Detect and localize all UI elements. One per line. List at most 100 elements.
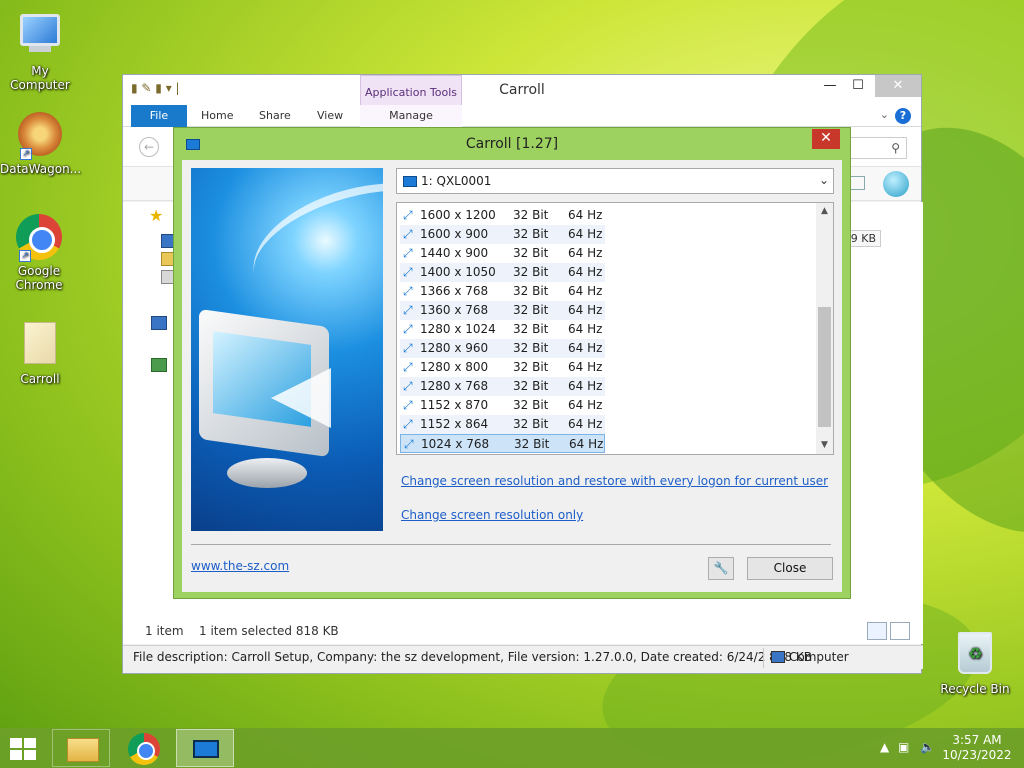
desktop-icon-carroll[interactable]: Carroll <box>0 320 80 386</box>
show-hidden-icons-icon[interactable]: ▲ <box>880 740 889 754</box>
resolution-row[interactable]: ⤢ 1366 x 768 32 Bit 64 Hz <box>400 282 605 301</box>
back-arrow-icon[interactable]: ← <box>139 137 159 157</box>
taskbar-chrome[interactable] <box>114 729 172 767</box>
dialog-title: Carroll [1.27] <box>465 136 559 152</box>
computer-icon <box>16 14 64 62</box>
file-size-badge: 9 KB <box>845 230 881 247</box>
color-depth-value: 32 Bit <box>513 246 549 260</box>
desktop-icon-google-chrome[interactable]: ↗ Google Chrome <box>0 214 78 292</box>
search-icon: ⚲ <box>891 141 900 155</box>
location-text: Computer <box>789 650 849 664</box>
display-select[interactable]: 1: QXL0001 ⌄ <box>396 168 834 194</box>
scroll-down-icon[interactable]: ▼ <box>816 437 833 454</box>
color-depth-value: 32 Bit <box>513 379 549 393</box>
taskbar-file-explorer[interactable] <box>52 729 110 767</box>
change-only-link[interactable]: Change screen resolution only <box>401 508 583 522</box>
maximize-button[interactable]: ☐ <box>843 75 873 97</box>
system-tray: ▲ ▣ 🔈 3:57 AM 10/23/2022 <box>864 728 1024 768</box>
clock[interactable]: 3:57 AM 10/23/2022 <box>942 733 1012 763</box>
large-icons-view-icon[interactable] <box>890 622 910 640</box>
refresh-rate-value: 64 Hz <box>568 227 603 241</box>
resolution-row[interactable]: ⤢ 1600 x 900 32 Bit 64 Hz <box>400 225 605 244</box>
desktop-icon-label: Google Chrome <box>15 264 63 292</box>
resolution-value: 1280 x 800 <box>420 360 489 374</box>
favorites-star-icon: ★ <box>149 206 164 225</box>
resolution-value: 1360 x 768 <box>420 303 489 317</box>
scroll-up-icon[interactable]: ▲ <box>816 203 833 220</box>
change-and-restore-link[interactable]: Change screen resolution and restore wit… <box>401 474 828 488</box>
desktop-icon-datawagon[interactable]: ↗ DataWagon... <box>0 112 81 176</box>
resolution-row[interactable]: ⤢ 1360 x 768 32 Bit 64 Hz <box>400 301 605 320</box>
refresh-rate-value: 64 Hz <box>568 398 603 412</box>
resolution-row[interactable]: ⤢ 1152 x 864 32 Bit 64 Hz <box>400 415 605 434</box>
dialog-title-bar[interactable]: Carroll [1.27] ✕ <box>174 128 850 160</box>
resolution-row[interactable]: ⤢ 1280 x 960 32 Bit 64 Hz <box>400 339 605 358</box>
resolution-value: 1366 x 768 <box>420 284 489 298</box>
location-label: Computer <box>771 650 849 664</box>
file-icon <box>16 322 64 370</box>
chrome-icon <box>128 733 160 765</box>
resize-arrow-icon: ⤢ <box>403 303 413 317</box>
color-depth-value: 32 Bit <box>513 417 549 431</box>
dialog-client: 1: QXL0001 ⌄ ⤢ 1024 x 768 32 Bit 64 Hz ⤢ 1152… <box>182 160 842 592</box>
desktop-icon-my-computer[interactable]: My Computer <box>0 10 80 92</box>
resize-arrow-icon: ⤢ <box>403 398 413 412</box>
details-view-icon[interactable] <box>867 622 887 640</box>
color-depth-value: 32 Bit <box>513 208 549 222</box>
chevron-down-icon[interactable]: ⌄ <box>880 108 889 121</box>
tab-home[interactable]: Home <box>191 105 243 127</box>
resolution-value: 1152 x 864 <box>420 417 489 431</box>
folder-icon <box>67 738 99 762</box>
color-depth-value: 32 Bit <box>513 398 549 412</box>
resolution-row[interactable]: ⤢ 1280 x 1024 32 Bit 64 Hz <box>400 320 605 339</box>
tab-manage[interactable]: Manage <box>360 105 462 127</box>
tree-network-icon[interactable] <box>151 316 167 330</box>
recycle-bin-icon <box>951 632 999 680</box>
globe-icon[interactable] <box>883 171 909 197</box>
settings-wrench-button[interactable]: 🔧 <box>708 557 734 580</box>
resolution-list[interactable]: ⤢ 1024 x 768 32 Bit 64 Hz ⤢ 1152 x 864 32 Bit 6… <box>396 202 834 455</box>
website-link[interactable]: www.the-sz.com <box>191 559 289 573</box>
list-scrollbar[interactable]: ▲ ▼ <box>816 203 833 454</box>
volume-icon[interactable]: 🔈 <box>920 740 935 754</box>
refresh-rate-value: 64 Hz <box>568 208 603 222</box>
resolution-row[interactable]: ⤢ 1280 x 768 32 Bit 64 Hz <box>400 377 605 396</box>
scroll-thumb[interactable] <box>818 307 831 427</box>
monitor-icon <box>193 740 219 758</box>
selection-info: 1 item selected 818 KB <box>199 624 339 638</box>
desktop-icon-label: Carroll <box>20 372 60 386</box>
carroll-banner-image <box>191 168 383 531</box>
network-icon[interactable]: ▣ <box>898 740 909 754</box>
ribbon-tabs: File Home Share View Manage ⌄ ? <box>123 105 921 127</box>
resolution-value: 1600 x 1200 <box>420 208 496 222</box>
taskbar-carroll[interactable] <box>176 729 234 767</box>
tab-share[interactable]: Share <box>249 105 301 127</box>
search-input[interactable]: ⚲ <box>843 137 907 159</box>
resolution-row[interactable]: ⤢ 1152 x 870 32 Bit 64 Hz <box>400 396 605 415</box>
chrome-icon: ↗ <box>15 214 63 262</box>
close-button[interactable]: ✕ <box>875 75 921 97</box>
resolution-row[interactable]: ⤢ 1280 x 800 32 Bit 64 Hz <box>400 358 605 377</box>
tab-file[interactable]: File <box>131 105 187 127</box>
resize-arrow-icon: ⤢ <box>403 360 413 374</box>
desktop-icon-recycle-bin[interactable]: Recycle Bin <box>935 630 1015 696</box>
resolution-row[interactable]: ⤢ 1400 x 1050 32 Bit 64 Hz <box>400 263 605 282</box>
tab-view[interactable]: View <box>307 105 353 127</box>
minimize-button[interactable]: — <box>815 75 845 97</box>
help-icon[interactable]: ? <box>895 108 911 124</box>
resolution-row[interactable]: ⤢ 1600 x 1200 32 Bit 64 Hz <box>400 206 605 225</box>
tree-homegroup-icon[interactable] <box>151 358 167 372</box>
view-options-icon[interactable] <box>849 176 865 190</box>
resolution-row[interactable]: ⤢ 1024 x 768 32 Bit 64 Hz <box>400 434 605 453</box>
close-button[interactable]: Close <box>747 557 833 580</box>
explorer-title-bar[interactable]: ▮ ✎ ▮ ▾ | Application Tools Carroll — ☐ … <box>123 75 921 105</box>
color-depth-value: 32 Bit <box>513 265 549 279</box>
start-button[interactable] <box>10 738 38 760</box>
clock-time: 3:57 AM <box>952 733 1002 747</box>
color-depth-value: 32 Bit <box>513 303 549 317</box>
dialog-close-button[interactable]: ✕ <box>812 129 840 149</box>
resolution-row[interactable]: ⤢ 1440 x 900 32 Bit 64 Hz <box>400 244 605 263</box>
resolution-value: 1024 x 768 <box>421 437 490 451</box>
datawagon-icon: ↗ <box>16 112 64 160</box>
refresh-rate-value: 64 Hz <box>568 303 603 317</box>
